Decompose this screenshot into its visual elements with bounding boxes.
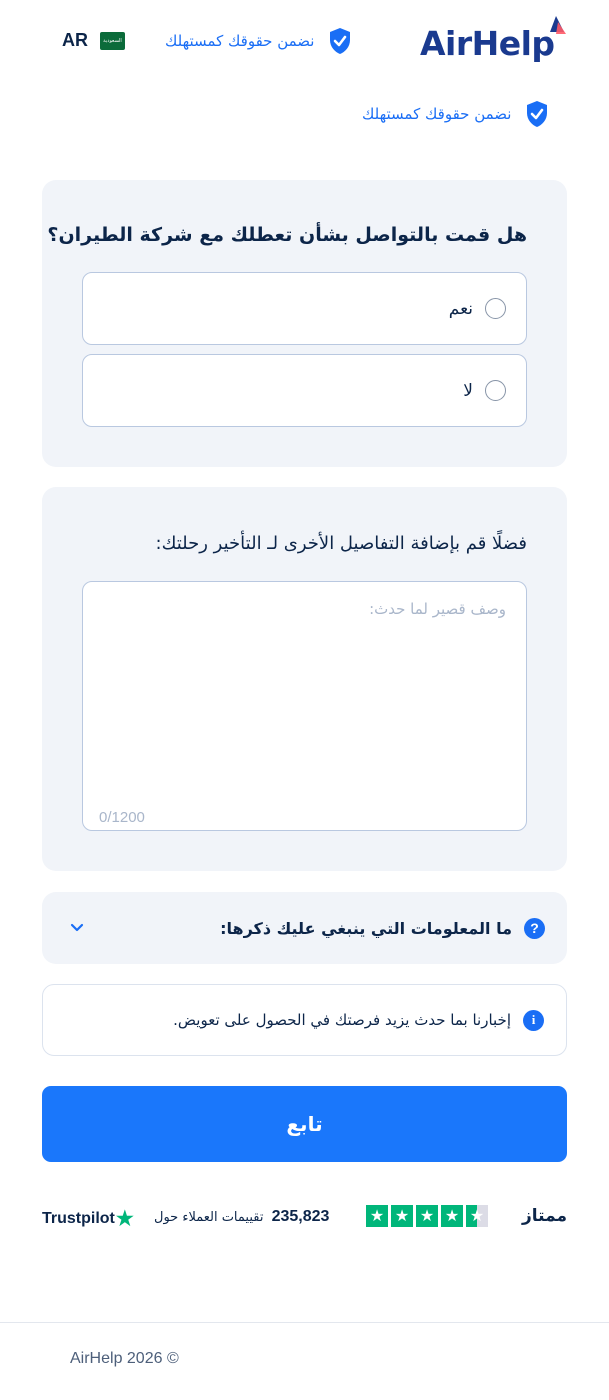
chevron-down-icon[interactable] xyxy=(68,918,86,936)
review-summary: 235,823 تقييمات العملاء حول xyxy=(154,1208,329,1226)
option-no[interactable]: لا xyxy=(82,354,527,427)
guarantee-badge: نضمن حقوقك كمستهلك xyxy=(165,26,352,56)
rating-stars: ★ ★ ★ ★ ★ xyxy=(366,1205,488,1227)
guarantee-text: نضمن حقوقك كمستهلك xyxy=(165,32,315,50)
description-textarea-wrapper: 0/1200 xyxy=(82,581,527,831)
guarantee-subheader-text: نضمن حقوقك كمستهلك xyxy=(362,105,512,123)
shield-check-icon xyxy=(527,101,548,127)
saudi-flag-icon: السعودية xyxy=(100,31,125,50)
star-icon: ★ xyxy=(441,1205,463,1227)
logo-mark-icon xyxy=(550,16,566,34)
delay-details-card: فضلًا قم بإضافة التفاصيل الأخرى لـ التأخ… xyxy=(42,487,567,871)
language-selector[interactable]: AR السعودية xyxy=(62,30,125,51)
airhelp-logo[interactable]: AirHelp xyxy=(420,14,570,66)
star-icon: ★ xyxy=(366,1205,388,1227)
contact-airline-question: هل قمت بالتواصل بشأن تعطلك مع شركة الطير… xyxy=(47,224,527,246)
delay-details-title: فضلًا قم بإضافة التفاصيل الأخرى لـ التأخ… xyxy=(155,533,527,554)
language-code: AR xyxy=(62,30,88,50)
footer-divider xyxy=(0,1322,609,1323)
info-notice: i إخبارنا بما حدث يزيد فرصتك في الحصول ع… xyxy=(42,984,567,1056)
info-to-mention-accordion[interactable]: ? ما المعلومات التي ينبغي عليك ذكرها: xyxy=(42,892,567,964)
trustpilot-logo: Trustpilot ★ xyxy=(42,1206,134,1231)
continue-button[interactable]: تابع xyxy=(42,1086,567,1162)
half-star-icon: ★ xyxy=(466,1205,488,1227)
review-text: تقييمات العملاء حول xyxy=(154,1210,264,1225)
shield-check-icon xyxy=(330,28,351,54)
info-icon: i xyxy=(523,1009,544,1031)
star-icon: ★ xyxy=(416,1205,438,1227)
flag-text: السعودية xyxy=(103,37,122,44)
radio-yes[interactable] xyxy=(485,298,506,319)
contact-airline-card: هل قمت بالتواصل بشأن تعطلك مع شركة الطير… xyxy=(42,180,567,467)
option-yes[interactable]: نعم xyxy=(82,272,527,345)
character-counter: 0/1200 xyxy=(99,809,145,826)
accordion-title: ما المعلومات التي ينبغي عليك ذكرها: xyxy=(220,918,512,938)
question-icon: ? xyxy=(524,917,545,939)
description-textarea[interactable] xyxy=(83,582,526,830)
star-icon: ★ xyxy=(391,1205,413,1227)
logo-text: AirHelp xyxy=(420,24,555,63)
trustpilot-rating[interactable]: ممتاز ★ ★ ★ ★ ★ 235,823 تقييمات العملاء … xyxy=(0,1200,609,1236)
option-no-label: لا xyxy=(463,380,473,401)
trustpilot-star-icon: ★ xyxy=(115,1208,134,1230)
info-text: إخبارنا بما حدث يزيد فرصتك في الحصول على… xyxy=(173,1011,511,1029)
trustpilot-brand: Trustpilot xyxy=(42,1209,115,1227)
radio-no[interactable] xyxy=(485,380,506,401)
guarantee-subheader: نضمن حقوقك كمستهلك xyxy=(362,100,549,128)
rating-word: ممتاز xyxy=(521,1206,567,1226)
review-count: 235,823 xyxy=(271,1208,330,1225)
footer-copyright: AirHelp 2026 © xyxy=(70,1350,179,1367)
header: AirHelp نضمن حقوقك كمستهلك AR السعودية xyxy=(0,0,609,85)
option-yes-label: نعم xyxy=(448,298,473,319)
